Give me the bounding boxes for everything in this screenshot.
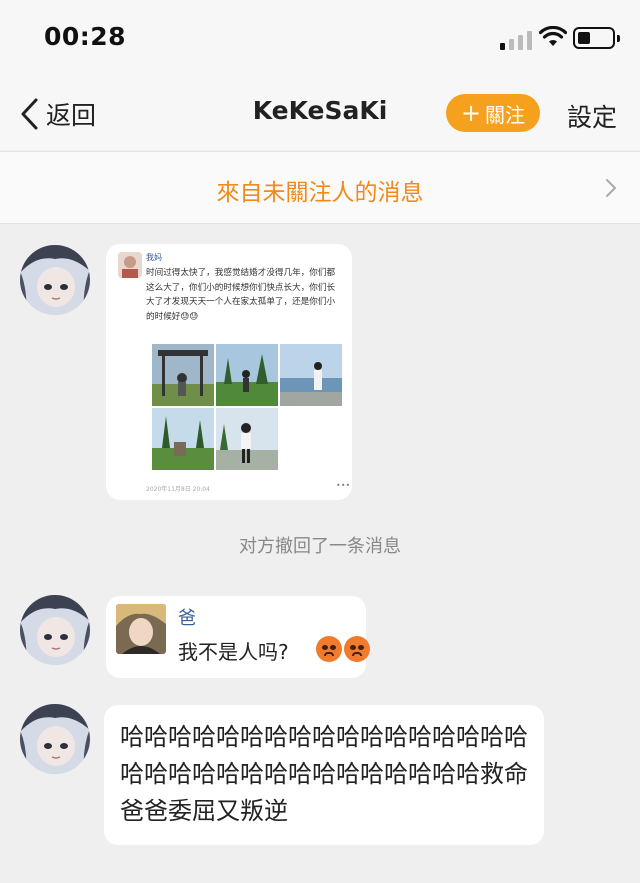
screenshot-sender: 我妈 (146, 253, 162, 262)
screenshot-text: 时间过得太快了，我感觉结婚才没得几年，你们都这么大了，你们小的时候想你们快点长大… (146, 268, 336, 322)
quoted-text: 我不是人吗? (178, 640, 289, 664)
nav-bar: 返回 KeKeSaKi + 關注 設定 (0, 80, 640, 150)
more-icon: ••• (336, 481, 351, 490)
photo-thumbnail (216, 408, 278, 470)
quoted-name: 爸 (178, 608, 196, 629)
wifi-icon (539, 26, 567, 46)
status-bar: 00:28 (0, 0, 640, 80)
photo-thumbnail (152, 344, 214, 406)
battery-icon (573, 27, 620, 49)
quoted-avatar (116, 604, 166, 654)
photo-thumbnail (216, 344, 278, 406)
quote-message[interactable]: 爸 我不是人吗? (106, 596, 370, 678)
photo-thumbnail (152, 408, 214, 470)
avatar[interactable] (20, 704, 90, 774)
image-message[interactable]: 我妈 时间过得太快了，我感觉结婚才没得几年，你们都这么大了，你们小的时候想你们快… (106, 244, 352, 500)
settings-button[interactable]: 設定 (567, 98, 617, 134)
banner-text: 來自未關注人的消息 (216, 180, 424, 206)
recall-notice: 对方撤回了一条消息 (239, 536, 401, 557)
screenshot-timestamp: 2020年11月8日 20:04 (146, 486, 210, 493)
avatar[interactable] (20, 595, 90, 665)
chevron-right-icon (606, 179, 616, 197)
plus-icon: + (460, 99, 482, 127)
pouting-face-emoji (344, 636, 370, 662)
text-message[interactable]: 哈哈哈哈哈哈哈哈哈哈哈哈哈哈哈哈哈哈哈哈哈哈哈哈哈哈哈哈哈哈哈哈救命 爸爸委屈又… (104, 705, 544, 845)
unfollowed-messages-banner[interactable]: 來自未關注人的消息 (0, 151, 640, 224)
signal-icon (500, 28, 534, 50)
chat-screenshot: 我妈 时间过得太快了，我感觉结婚才没得几年，你们都这么大了，你们小的时候想你们快… (112, 248, 350, 496)
pouting-face-emoji (316, 636, 342, 662)
page-title: KeKeSaKi (252, 96, 388, 125)
follow-label: 關注 (485, 102, 526, 127)
message-text: 哈哈哈哈哈哈哈哈哈哈哈哈哈哈哈哈哈哈哈哈哈哈哈哈哈哈哈哈哈哈哈哈救命 爸爸委屈又… (120, 723, 528, 825)
screenshot-avatar (118, 252, 142, 278)
follow-button[interactable]: + 關注 (446, 94, 540, 132)
avatar[interactable] (20, 245, 90, 315)
status-time: 00:28 (44, 22, 127, 51)
photo-thumbnail (280, 344, 342, 406)
